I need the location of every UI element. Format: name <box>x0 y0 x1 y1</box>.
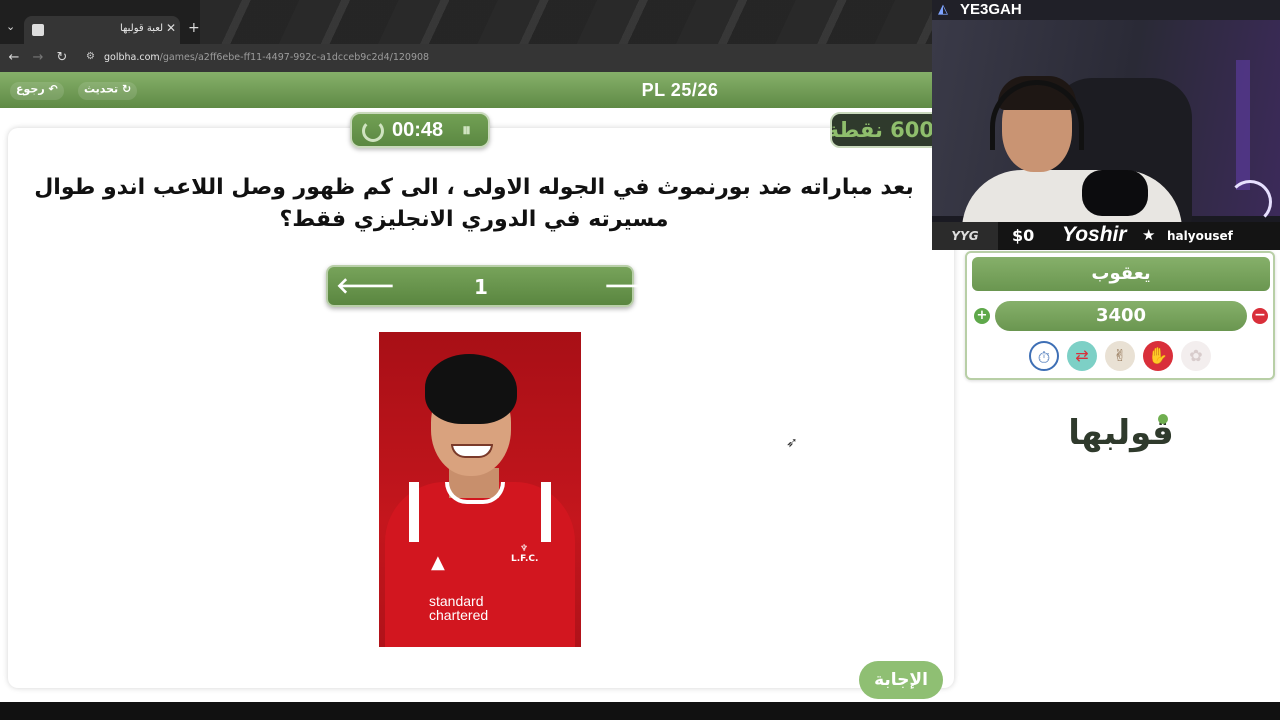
url-field[interactable]: golbha.com/games/a2ff6ebe-ff11-4497-992c… <box>104 52 429 63</box>
stream-logo: YYG <box>932 222 998 250</box>
team-score: 3400 <box>995 301 1247 331</box>
sponsor-line-2: chartered <box>429 607 489 623</box>
crest-text: L.F.C. <box>511 554 539 564</box>
team-card: يعقوب + 3400 − ⏱ ⇄ ✌ ✋ ✿ <box>965 251 1275 380</box>
channel-name: YE3GAH <box>960 1 1022 18</box>
stream-username: halyousef <box>1167 229 1233 243</box>
answer-stepper: 🡐 1 🡒 <box>326 265 663 307</box>
playstation-icon: ◭ <box>938 2 948 17</box>
stream-money: $0 <box>1012 226 1035 245</box>
stepper-value: 1 <box>474 275 488 299</box>
url-host: golbha.com <box>104 52 160 63</box>
pause-icon[interactable]: ⏸ <box>462 120 471 141</box>
browser-tab[interactable]: لعبة قولبها ✕ <box>24 16 180 44</box>
brand-logo-dot <box>1158 414 1168 424</box>
peace-hand-icon[interactable]: ✌ <box>1105 341 1135 371</box>
forward-arrow-icon[interactable]: → <box>30 50 46 65</box>
undo-icon: ↶ <box>48 82 58 96</box>
shirt-sponsor: standard chartered <box>429 594 488 622</box>
webcam-title-bar: ◭ YE3GAH <box>932 0 1280 20</box>
left-arrow-icon[interactable]: 🡐 <box>336 273 395 299</box>
webcam-background <box>932 20 1280 222</box>
microphone-icon <box>1082 170 1148 216</box>
swap-icon[interactable]: ⇄ <box>1067 341 1097 371</box>
liverbird-icon: ♆ <box>519 544 529 554</box>
star-icon: ★ <box>1142 226 1156 244</box>
refresh-button-label: تحديث <box>84 82 119 96</box>
stream-info-bar: YYG $0 Yoshir ★ halyousef <box>932 222 1280 250</box>
question-text: بعد مباراته ضد بورنموث في الجوله الاولى … <box>34 175 914 232</box>
refresh-icon: ↻ <box>122 82 132 96</box>
new-tab-icon[interactable]: + <box>188 20 200 36</box>
bottom-strip <box>0 702 1280 720</box>
shirt-stripe <box>541 482 551 542</box>
points-label: 600 نقطة <box>830 118 934 142</box>
sponsor-line-1: standard <box>429 593 484 609</box>
club-crest: ♆ L.F.C. <box>511 544 539 578</box>
reload-icon[interactable]: ↻ <box>54 50 70 65</box>
game-header: رجوع ↶ تحديث ↻ PL 25/26 <box>0 72 940 108</box>
game-title: PL 25/26 <box>641 80 719 100</box>
stop-hand-icon[interactable]: ✋ <box>1143 341 1173 371</box>
answer-button[interactable]: الإجابة <box>859 661 943 699</box>
points-badge: 600 نقطة <box>830 112 940 148</box>
shirt-stripe <box>409 482 419 542</box>
streamer-body <box>962 170 1182 222</box>
timer-reset-icon[interactable] <box>362 120 384 142</box>
favicon-icon <box>32 24 44 36</box>
tabbar-background <box>200 0 940 44</box>
back-button[interactable]: رجوع ↶ <box>10 82 64 100</box>
streamer-name: Yoshir <box>1062 223 1127 246</box>
adidas-logo-icon: ▲ <box>431 552 445 573</box>
timer-value: 00:48 <box>392 119 444 141</box>
ring-light <box>1228 180 1272 222</box>
player-face-overlay <box>431 392 511 476</box>
subtract-points-button[interactable]: − <box>1252 308 1268 324</box>
timer: 00:48 ⏸ <box>350 112 490 148</box>
team-name: يعقوب <box>972 257 1270 291</box>
right-arrow-icon[interactable]: 🡒 <box>604 273 663 299</box>
mouse-cursor-icon: ➶ <box>786 435 798 451</box>
purple-light <box>1236 60 1250 190</box>
webcam-overlay: ◭ YE3GAH <box>932 0 1280 222</box>
player-photo: ▲ ♆ L.F.C. standard chartered <box>379 332 581 647</box>
back-arrow-icon[interactable]: ← <box>6 50 22 65</box>
url-path: /games/a2ff6ebe-ff11-4497-992c-a1dcceb9c… <box>159 52 430 63</box>
back-button-label: رجوع <box>16 82 45 96</box>
tab-title: لعبة قولبها <box>120 23 164 34</box>
site-info-icon[interactable]: ⚙ <box>86 51 98 63</box>
stopwatch-icon[interactable]: ⏱ <box>1029 341 1059 371</box>
tab-close-icon[interactable]: ✕ <box>166 21 176 35</box>
disabled-powerup-icon: ✿ <box>1181 341 1211 371</box>
add-points-button[interactable]: + <box>974 308 990 324</box>
screen: ⌄ لعبة قولبها ✕ + ← → ↻ ⚙ golbha.com/gam… <box>0 0 1280 720</box>
tab-list-chevron-icon[interactable]: ⌄ <box>6 20 22 38</box>
refresh-button[interactable]: تحديث ↻ <box>78 82 138 100</box>
